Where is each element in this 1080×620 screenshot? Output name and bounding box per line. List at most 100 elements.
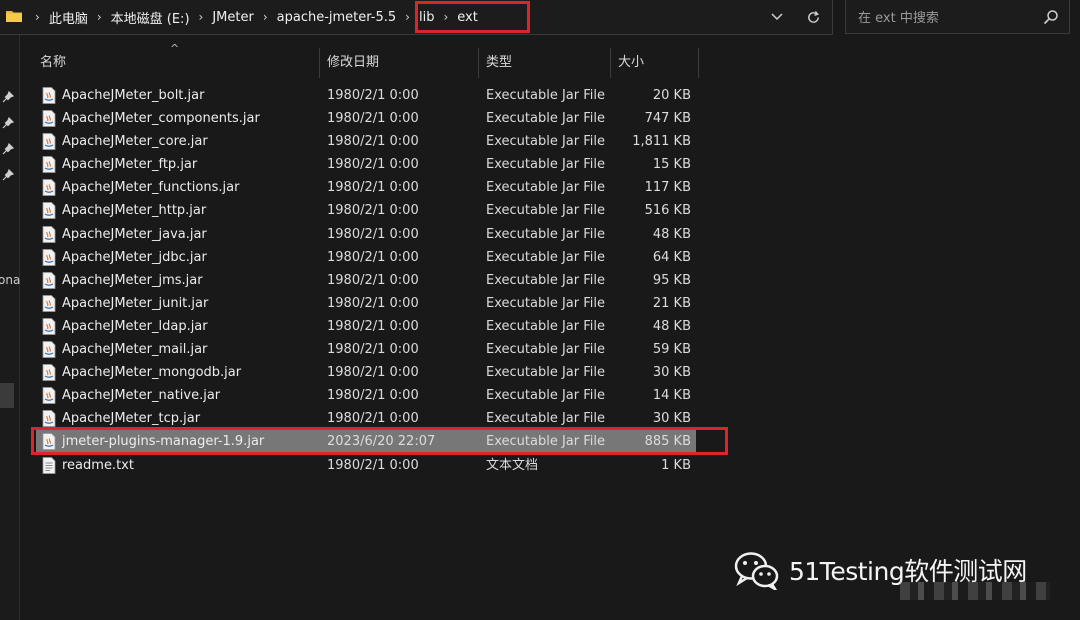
file-modified-date: 1980/2/1 0:00 [327,249,419,265]
column-header-date[interactable]: 修改日期 [327,48,379,78]
nav-selected-item[interactable] [0,383,14,408]
file-size: 30 KB [652,365,691,381]
blurred-region [900,582,1050,600]
jar-file-icon [41,202,57,220]
history-dropdown-button[interactable] [760,0,794,34]
column-header-type[interactable]: 类型 [486,48,512,78]
search-input[interactable] [856,7,1040,29]
table-row[interactable]: readme.txt 1980/2/1 0:00 文本文档 1 KB [36,454,736,477]
file-type: Executable Jar File [486,111,605,127]
text-file-icon [41,456,57,474]
table-row[interactable]: ApacheJMeter_ftp.jar 1980/2/1 0:00 Executa… [36,153,736,176]
table-row[interactable]: ApacheJMeter_bolt.jar 1980/2/1 0:00 Execut… [36,84,736,107]
file-modified-date: 1980/2/1 0:00 [327,88,419,103]
file-modified-date: 1980/2/1 0:00 [327,180,419,196]
breadcrumb-jmeter[interactable]: JMeter [212,10,254,25]
chevron-right-icon[interactable]: › [35,10,40,24]
table-row[interactable]: ApacheJMeter_http.jar 1980/2/1 0:00 Execut… [36,199,736,222]
file-size: 95 KB [652,272,691,288]
search-icon[interactable] [1043,9,1059,25]
column-divider[interactable] [319,48,320,78]
chevron-right-icon[interactable]: › [199,10,204,24]
file-modified-date: 1980/2/1 0:00 [327,203,419,219]
jar-file-icon [41,87,57,104]
breadcrumb: › 此电脑 › 本地磁盘 (E:) › JMeter › apache-jmet… [26,0,478,34]
file-type: Executable Jar File [486,134,605,150]
chevron-right-icon[interactable]: › [405,10,410,24]
row-highlight-box [31,427,728,455]
breadcrumb-apache-jmeter[interactable]: apache-jmeter-5.5 [277,10,397,25]
table-row[interactable]: ApacheJMeter_mongodb.jar 1980/2/1 0:00 Exe… [36,361,736,384]
nav-item-label[interactable]: ona [0,273,20,287]
jar-file-icon [41,364,57,382]
file-size: 1,811 KB [632,134,691,150]
file-type: Executable Jar File [486,295,605,311]
file-size: 747 KB [644,111,691,127]
search-box[interactable] [845,0,1070,34]
file-name: ApacheJMeter_http.jar [62,203,207,219]
navigation-pane[interactable]: ona [0,35,20,620]
file-type: Executable Jar File [486,226,605,242]
column-divider[interactable] [698,48,699,78]
pin-icon[interactable] [2,91,14,103]
jar-file-icon [41,271,57,289]
file-name: ApacheJMeter_jms.jar [62,272,203,288]
pin-icon[interactable] [2,143,14,155]
file-modified-date: 1980/2/1 0:00 [327,111,419,127]
file-name: ApacheJMeter_junit.jar [62,295,209,311]
file-size: 20 KB [652,88,691,103]
table-row[interactable]: ApacheJMeter_mail.jar 1980/2/1 0:00 Execut… [36,338,736,361]
file-type: Executable Jar File [486,249,605,265]
jar-file-icon [41,410,57,428]
table-row[interactable]: ApacheJMeter_components.jar 1980/2/1 0:00… [36,107,736,130]
jar-file-icon [41,248,57,266]
file-name: ApacheJMeter_core.jar [62,134,208,150]
jar-file-icon [41,133,57,151]
file-size: 59 KB [652,342,691,358]
refresh-icon [807,10,819,23]
file-list: ApacheJMeter_bolt.jar 1980/2/1 0:00 Execut… [36,84,736,477]
file-size: 21 KB [652,295,691,311]
refresh-button[interactable] [796,0,830,34]
jar-file-icon [41,156,57,174]
file-name: ApacheJMeter_jdbc.jar [62,249,207,265]
jar-file-icon [41,341,57,358]
file-name: ApacheJMeter_ftp.jar [62,157,198,173]
pin-icon[interactable] [2,117,14,129]
file-type: Executable Jar File [486,180,605,196]
column-header-name[interactable]: 名称 [40,48,66,78]
table-row[interactable]: ApacheJMeter_native.jar 1980/2/1 0:00 Exec… [36,384,736,407]
table-row[interactable]: ApacheJMeter_jms.jar 1980/2/1 0:00 Executa… [36,269,736,292]
chevron-right-icon[interactable]: › [263,10,268,24]
table-row[interactable]: ApacheJMeter_functions.jar 1980/2/1 0:00 E… [36,176,736,199]
file-type: Executable Jar File [486,365,605,381]
table-row[interactable]: ApacheJMeter_core.jar 1980/2/1 0:00 Execut… [36,130,736,153]
column-divider[interactable] [478,48,479,78]
file-modified-date: 1980/2/1 0:00 [327,272,419,288]
chevron-right-icon[interactable]: › [97,10,102,24]
jar-file-icon [41,110,57,127]
table-row[interactable]: ApacheJMeter_junit.jar 1980/2/1 0:00 Execu… [36,292,736,315]
file-modified-date: 1980/2/1 0:00 [327,342,419,358]
breadcrumb-drive-e[interactable]: 本地磁盘 (E:) [111,8,190,27]
table-row[interactable]: ApacheJMeter_jdbc.jar 1980/2/1 0:00 Execut… [36,246,736,269]
breadcrumb-this-pc[interactable]: 此电脑 [49,8,88,27]
column-divider[interactable] [610,48,611,78]
file-type: Executable Jar File [486,318,605,334]
file-name: ApacheJMeter_ldap.jar [62,318,208,334]
table-row[interactable]: ApacheJMeter_ldap.jar 1980/2/1 0:00 Execut… [36,315,736,338]
chevron-down-icon [771,13,783,21]
file-name: ApacheJMeter_components.jar [62,111,260,127]
file-type: Executable Jar File [486,388,605,404]
table-row[interactable]: ApacheJMeter_java.jar 1980/2/1 0:00 Execut… [36,223,736,246]
column-header-size[interactable]: 大小 [618,48,644,78]
address-bar[interactable]: › 此电脑 › 本地磁盘 (E:) › JMeter › apache-jmet… [0,0,833,35]
file-modified-date: 1980/2/1 0:00 [327,295,419,311]
file-name: readme.txt [62,457,134,473]
file-type: Executable Jar File [486,342,605,358]
file-size: 117 KB [644,180,691,196]
file-type: Executable Jar File [486,157,605,173]
pin-icon[interactable] [2,169,14,181]
file-name: ApacheJMeter_mail.jar [62,342,208,358]
file-type: 文本文档 [486,457,539,473]
